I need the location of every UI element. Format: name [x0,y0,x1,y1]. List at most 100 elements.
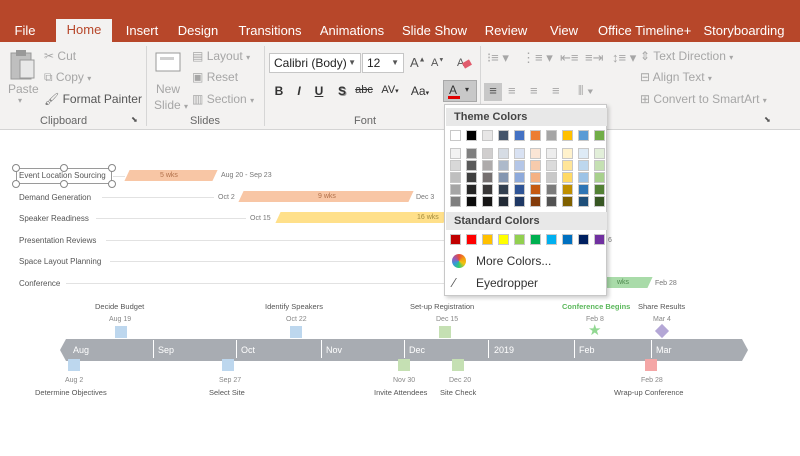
theme-shade-swatch[interactable] [594,196,605,207]
section-button[interactable]: ▥ Section ▾ [192,92,254,106]
theme-color-swatch[interactable] [594,130,605,141]
justify-icon[interactable]: ≡ [552,83,560,98]
theme-shade-swatch[interactable] [578,160,589,171]
bold-button[interactable]: B [271,84,287,98]
underline-button[interactable]: U [311,84,327,98]
tab-home[interactable]: Home [56,19,112,42]
theme-color-swatch[interactable] [546,130,557,141]
standard-color-swatch[interactable] [530,234,541,245]
paste-button[interactable]: Paste ▾ [6,46,39,112]
theme-shade-swatch[interactable] [450,184,461,195]
theme-shade-swatch[interactable] [450,160,461,171]
theme-shade-swatch[interactable] [466,184,477,195]
theme-color-swatch[interactable] [578,130,589,141]
task-name[interactable]: Conference [19,279,60,288]
resize-handle[interactable] [12,180,20,188]
theme-shade-swatch[interactable] [530,172,541,183]
theme-shade-swatch[interactable] [498,160,509,171]
theme-shade-swatch[interactable] [482,184,493,195]
theme-shade-swatch[interactable] [466,148,477,159]
theme-shade-swatch[interactable] [466,160,477,171]
milestone-name[interactable]: Determine Objectives [35,388,107,397]
theme-shade-swatch[interactable] [530,196,541,207]
tab-slide-show[interactable]: Slide Show [402,20,467,42]
milestone-marker[interactable] [222,359,234,371]
theme-shade-swatch[interactable] [594,160,605,171]
standard-color-swatch[interactable] [562,234,573,245]
theme-shade-swatch[interactable] [562,172,573,183]
character-spacing-button[interactable]: AV▾ [379,84,401,96]
dialog-launcher-icon[interactable]: ⬊ [764,115,771,124]
text-direction-button[interactable]: ⇕ Text Direction ▾ [640,49,733,63]
decrease-indent-icon[interactable]: ⇤≡ [560,50,578,66]
eyedropper-item[interactable]: ⁄ Eyedropper [446,272,607,294]
align-center-icon[interactable]: ≡ [508,83,516,98]
milestone-marker[interactable] [398,359,410,371]
theme-shade-swatch[interactable] [562,160,573,171]
font-name-combo[interactable]: Calibri (Body) ▼ [269,53,361,73]
milestone-name[interactable]: Wrap-up Conference [614,388,683,397]
theme-shade-swatch[interactable] [578,196,589,207]
theme-shade-swatch[interactable] [562,184,573,195]
tab-storyboarding[interactable]: Storyboarding [702,20,786,42]
task-name[interactable]: Demand Generation [19,193,91,202]
theme-shade-swatch[interactable] [546,172,557,183]
milestone-name[interactable]: Site Check [440,388,476,397]
change-case-button[interactable]: Aa▾ [407,84,433,98]
task-name[interactable]: Space Layout Planning [19,257,101,266]
tab-animations[interactable]: Animations [318,20,386,42]
standard-color-swatch[interactable] [482,234,493,245]
convert-smartart-button[interactable]: ⊞ Convert to SmartArt ▾ [640,92,767,106]
align-left-icon[interactable]: ≡ [484,83,502,101]
font-size-combo[interactable]: 12 ▼ [362,53,404,73]
theme-shade-swatch[interactable] [450,196,461,207]
theme-shade-swatch[interactable] [466,196,477,207]
standard-color-swatch[interactable] [498,234,509,245]
shadow-button[interactable]: S [334,84,350,98]
copy-button[interactable]: ⧉ Copy ▾ [44,70,91,85]
cut-button[interactable]: ✂ Cut [44,49,76,63]
standard-color-swatch[interactable] [466,234,477,245]
font-color-button[interactable]: A ▾ [443,80,477,102]
task-name[interactable]: Event Location Sourcing [19,171,106,180]
theme-color-swatch[interactable] [562,130,573,141]
theme-color-swatch[interactable] [482,130,493,141]
theme-shade-swatch[interactable] [498,148,509,159]
grow-font-icon[interactable]: A▲ [410,55,426,70]
theme-shade-swatch[interactable] [546,184,557,195]
theme-shade-swatch[interactable] [450,148,461,159]
tab-design[interactable]: Design [174,20,222,42]
standard-color-swatch[interactable] [450,234,461,245]
theme-shade-swatch[interactable] [530,148,541,159]
new-slide-button[interactable]: New Slide ▾ [150,46,188,112]
theme-color-swatch[interactable] [466,130,477,141]
theme-shade-swatch[interactable] [562,196,573,207]
format-painter-button[interactable]: 🖌 Format Painter [44,92,142,106]
resize-handle[interactable] [60,180,68,188]
theme-shade-swatch[interactable] [466,172,477,183]
columns-icon[interactable]: ⫴ ▾ [578,83,593,99]
standard-color-swatch[interactable] [594,234,605,245]
theme-shade-swatch[interactable] [514,196,525,207]
task-name[interactable]: Speaker Readiness [19,214,89,223]
theme-shade-swatch[interactable] [546,196,557,207]
tab-insert[interactable]: Insert [120,20,164,42]
theme-color-swatch[interactable] [530,130,541,141]
theme-shade-swatch[interactable] [546,160,557,171]
line-spacing-icon[interactable]: ↕≡ ▾ [612,50,636,66]
clear-formatting-button[interactable]: A [456,54,472,73]
theme-shade-swatch[interactable] [514,160,525,171]
theme-shade-swatch[interactable] [514,184,525,195]
tab-review[interactable]: Review [482,20,530,42]
strikethrough-button[interactable]: abc [353,84,375,96]
theme-shade-swatch[interactable] [562,148,573,159]
theme-shade-swatch[interactable] [514,148,525,159]
theme-shade-swatch[interactable] [450,172,461,183]
theme-shade-swatch[interactable] [514,172,525,183]
italic-button[interactable]: I [291,84,307,98]
standard-color-swatch[interactable] [514,234,525,245]
tab-file[interactable]: File [6,20,44,42]
milestone-marker[interactable] [68,359,80,371]
resize-handle[interactable] [108,180,116,188]
reset-button[interactable]: ▣ Reset [192,70,238,84]
